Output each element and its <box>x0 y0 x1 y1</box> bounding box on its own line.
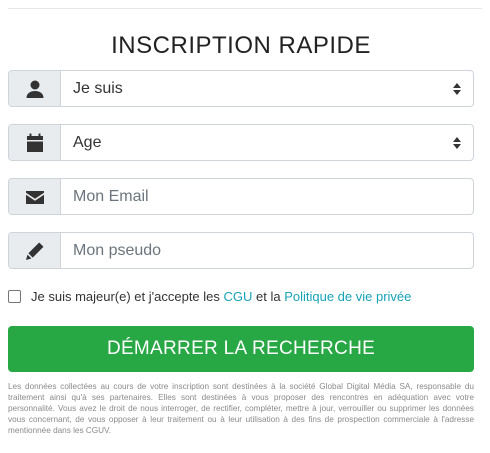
envelope-icon <box>9 179 61 214</box>
start-search-button[interactable]: DÉMARRER LA RECHERCHE <box>8 326 474 372</box>
calendar-icon <box>9 125 61 160</box>
consent-row: Je suis majeur(e) et j'accepte les CGU e… <box>8 289 411 304</box>
pencil-icon <box>9 233 61 268</box>
consent-text-middle: et la <box>252 289 285 304</box>
gender-select-value: Je suis <box>73 79 123 97</box>
age-select[interactable]: Age <box>61 125 473 160</box>
consent-text: Je suis majeur(e) et j'accepte les <box>31 289 224 304</box>
email-input-group[interactable]: Mon Email <box>8 178 474 215</box>
gender-select-group[interactable]: Je suis <box>8 70 474 107</box>
legal-notice: Les données collectées au cours de votre… <box>8 382 474 435</box>
age-select-value: Age <box>73 133 102 151</box>
user-icon <box>9 71 61 106</box>
cgu-link[interactable]: CGU <box>224 289 253 304</box>
privacy-policy-link[interactable]: Politique de vie privée <box>284 289 411 304</box>
select-caret-icon <box>453 82 461 95</box>
top-divider <box>8 8 482 9</box>
gender-select[interactable]: Je suis <box>61 71 473 106</box>
consent-checkbox[interactable] <box>8 290 21 303</box>
pseudo-placeholder: Mon pseudo <box>73 241 162 259</box>
email-field[interactable]: Mon Email <box>61 179 473 214</box>
age-select-group[interactable]: Age <box>8 124 474 161</box>
select-caret-icon <box>453 136 461 149</box>
pseudo-input-group[interactable]: Mon pseudo <box>8 232 474 269</box>
pseudo-field[interactable]: Mon pseudo <box>61 233 473 268</box>
form-title: INSCRIPTION RAPIDE <box>111 32 371 59</box>
email-placeholder: Mon Email <box>73 187 149 205</box>
